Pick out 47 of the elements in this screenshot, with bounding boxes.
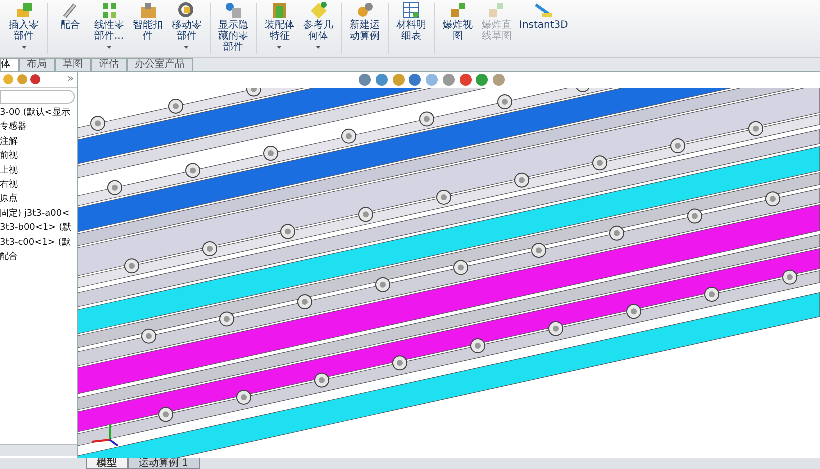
bottom-tab[interactable]: 模型 [86, 458, 128, 469]
parts-icon [14, 1, 34, 20]
expand-arrows[interactable]: » [68, 71, 74, 88]
tree-item[interactable]: 3t3-c00<1> (默 [0, 236, 71, 250]
horizontal-scrollbar[interactable] [0, 444, 77, 456]
tree-item[interactable]: 上视 [0, 164, 18, 178]
toolbar-button[interactable]: 智能扣件 [130, 0, 166, 43]
caret-icon [316, 46, 321, 49]
command-tab[interactable]: 草图 [55, 58, 91, 71]
toolbar-button[interactable]: 材料明细表 [394, 0, 430, 43]
toolbar-button[interactable]: 显示隐藏的零部件 [215, 0, 252, 54]
command-tab[interactable]: 体 [0, 58, 19, 71]
parts-icon [448, 1, 468, 20]
toolbar-button[interactable]: 移动零部件 [168, 0, 205, 50]
gear-icon [356, 1, 374, 20]
tree-item[interactable]: 原点 [0, 192, 18, 207]
toolbar-button[interactable]: 配合 [52, 0, 88, 32]
tree-item[interactable]: 配合 [0, 250, 18, 264]
tree-item[interactable]: 专感器 [0, 120, 27, 135]
toolbar-button[interactable]: Instant3D [518, 0, 570, 32]
tree-item[interactable]: 右视 [0, 178, 18, 192]
filter-field[interactable] [0, 90, 75, 104]
tree-item[interactable]: 注解 [0, 134, 18, 150]
parts-icon [224, 1, 243, 20]
caret-icon [22, 46, 26, 49]
ruler-icon [534, 1, 554, 20]
caret-icon [184, 46, 190, 49]
toolbar-button[interactable]: 新建运动算例 [347, 0, 383, 43]
caret-icon [106, 46, 112, 49]
toolbar-button[interactable]: 爆炸视图 [440, 0, 476, 43]
toolbar-button[interactable]: 参考几何体 [300, 0, 336, 50]
table-icon [402, 1, 421, 20]
toolbar-button[interactable]: 插入零部件 [6, 0, 42, 50]
caret-icon [277, 46, 282, 49]
toolbar-button[interactable]: 线性零部件... [91, 0, 128, 50]
command-tab[interactable]: 办公室产品 [127, 58, 193, 71]
diamond-icon [309, 1, 328, 20]
tree-item[interactable]: 前视 [0, 149, 18, 164]
command-tab[interactable]: 评估 [91, 58, 127, 71]
axis-triad-icon [92, 424, 119, 447]
tree-item[interactable]: 固定) j3t3-a00< [0, 206, 70, 222]
command-tab[interactable]: 布局 [19, 58, 55, 71]
tree-item[interactable]: 3-00 (默认<显示 [0, 106, 70, 120]
tree-item[interactable]: 3t3-b00<1> (默 [0, 221, 72, 236]
gear-icon [177, 1, 196, 20]
bottom-tab[interactable]: 运动算例 1 [128, 458, 200, 469]
toolbar-button[interactable]: 装配体特征 [262, 0, 298, 50]
